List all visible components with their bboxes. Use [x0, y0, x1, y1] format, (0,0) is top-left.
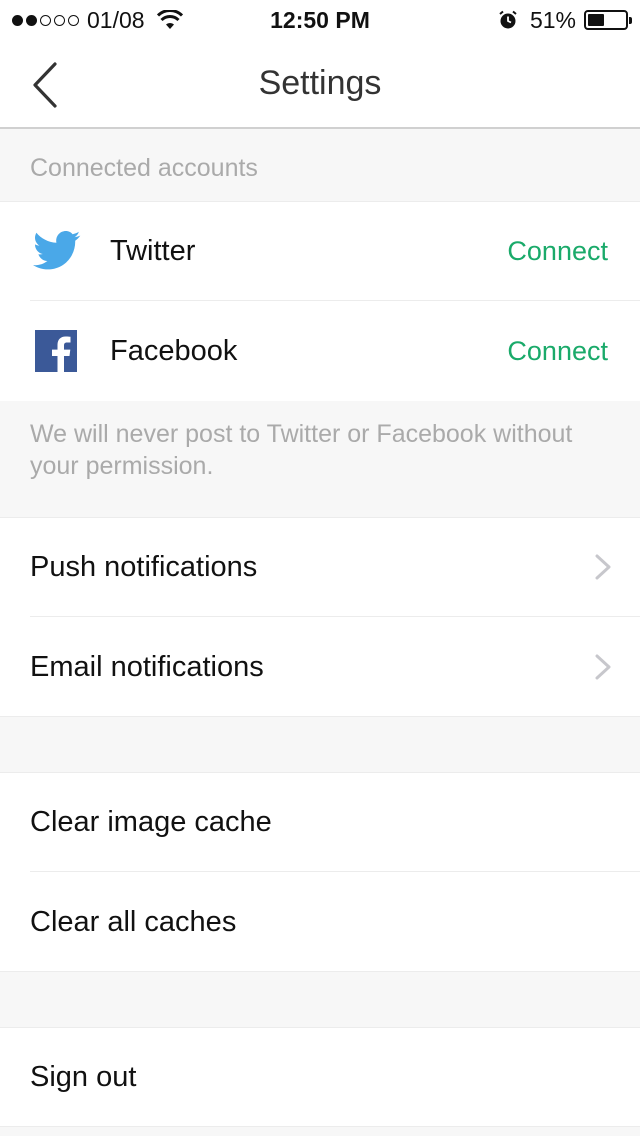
status-right: 51% [498, 6, 632, 33]
connected-accounts-header: Connected accounts [0, 131, 640, 201]
alarm-clock-icon [499, 10, 517, 29]
page-title: Settings [258, 64, 382, 102]
navigation-bar: Settings [0, 40, 640, 129]
sign-out-label: Sign out [30, 1061, 137, 1093]
clear-image-cache-label: Clear image cache [30, 806, 272, 838]
permission-note: We will never post to Twitter or Faceboo… [0, 401, 640, 517]
chevron-right-icon [595, 654, 611, 680]
push-notifications-row[interactable]: Push notifications [0, 517, 640, 617]
account-name: Twitter [110, 235, 196, 267]
facebook-icon [35, 330, 77, 372]
account-row-twitter: Twitter Connect [0, 201, 640, 301]
section-header-label: Connected accounts [30, 154, 258, 182]
twitter-icon [33, 231, 81, 270]
chevron-right-icon [595, 554, 611, 580]
twitter-connect-button[interactable]: Connect [507, 201, 608, 301]
battery-percent: 51% [529, 6, 576, 33]
battery-icon [584, 10, 632, 30]
status-bar: 01/08 12:50 PM 51% [0, 0, 640, 40]
push-notifications-label: Push notifications [30, 551, 258, 583]
clear-all-caches-label: Clear all caches [30, 906, 237, 938]
account-row-facebook: Facebook Connect [0, 301, 640, 401]
email-notifications-label: Email notifications [30, 651, 264, 683]
sign-out-row[interactable]: Sign out [0, 1027, 640, 1127]
email-notifications-row[interactable]: Email notifications [0, 617, 640, 717]
battery-level-fill [588, 14, 605, 26]
clear-image-cache-row[interactable]: Clear image cache [0, 772, 640, 872]
permission-note-text: We will never post to Twitter or Faceboo… [30, 420, 573, 480]
clear-all-caches-row[interactable]: Clear all caches [0, 872, 640, 972]
account-name: Facebook [110, 335, 238, 367]
facebook-connect-button[interactable]: Connect [507, 301, 608, 401]
